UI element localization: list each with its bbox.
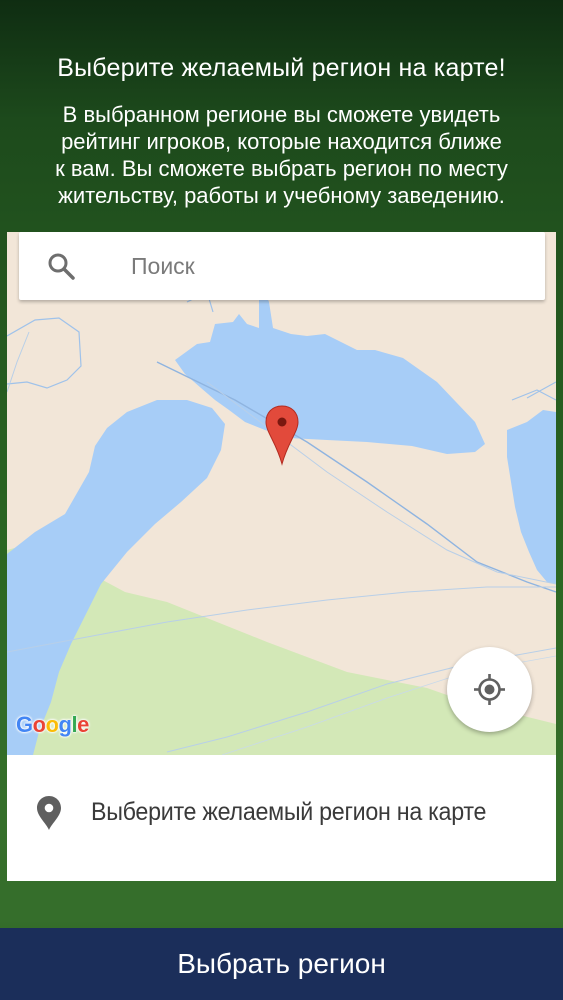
- description: В выбранном регионе вы сможете увидеть р…: [20, 101, 543, 209]
- select-region-button[interactable]: Выбрать регион: [0, 928, 563, 1000]
- logo-letter: o: [32, 712, 46, 737]
- logo-letter: e: [77, 712, 89, 737]
- search-icon[interactable]: [47, 252, 75, 280]
- description-line: жительству, работы и учебному заведению.: [58, 183, 505, 208]
- place-icon: [37, 796, 61, 830]
- map-view[interactable]: Поиск Google: [7, 232, 556, 755]
- google-logo: Google: [16, 712, 89, 738]
- search-input[interactable]: Поиск: [131, 252, 195, 280]
- description-line: рейтинг игроков, которые находится ближе: [61, 129, 502, 154]
- description-line: к вам. Вы сможете выбрать регион по мест…: [55, 156, 508, 181]
- my-location-button[interactable]: [447, 647, 532, 732]
- logo-letter: G: [16, 712, 33, 737]
- page-title: Выберите желаемый регион на карте!: [57, 54, 506, 82]
- my-location-icon[interactable]: [473, 673, 506, 706]
- selected-location-text: Выберите желаемый регион на карте: [91, 798, 487, 826]
- logo-letter: g: [58, 712, 72, 737]
- search-bar[interactable]: Поиск: [19, 232, 545, 300]
- logo-letter: o: [45, 712, 59, 737]
- description-line: В выбранном регионе вы сможете увидеть: [62, 102, 501, 127]
- selected-location-panel: Выберите желаемый регион на карте: [7, 755, 556, 881]
- map-marker-icon[interactable]: [264, 404, 300, 466]
